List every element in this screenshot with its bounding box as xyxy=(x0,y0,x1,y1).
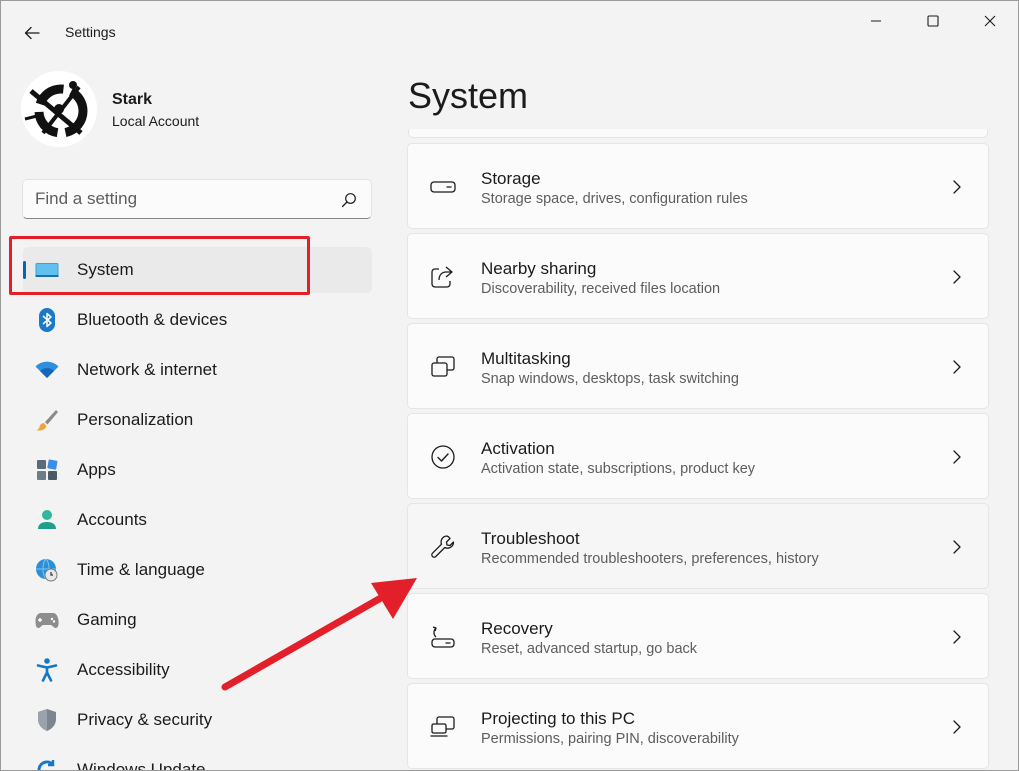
minimize-button[interactable] xyxy=(853,5,899,37)
sidebar-item-label: Gaming xyxy=(77,610,137,629)
brush-icon xyxy=(35,408,59,432)
maximize-icon xyxy=(927,15,939,27)
sidebar-item-system[interactable]: System xyxy=(23,247,372,293)
sidebar-item-label: Windows Update xyxy=(77,760,206,771)
gamepad-icon xyxy=(35,608,59,632)
share-icon xyxy=(429,263,457,291)
sidebar-item-label: Bluetooth & devices xyxy=(77,310,228,329)
sidebar-item-privacy-security[interactable]: Privacy & security xyxy=(23,697,372,743)
sidebar-nav: System Bluetooth & devices Network & int… xyxy=(23,247,372,771)
sidebar-item-accounts[interactable]: Accounts xyxy=(23,497,372,543)
chevron-right-icon xyxy=(953,450,961,464)
card-above-partial xyxy=(408,129,988,138)
card-title: Nearby sharing xyxy=(481,259,597,278)
sidebar-item-time-language[interactable]: Time & language xyxy=(23,547,372,593)
search-input[interactable] xyxy=(35,180,335,218)
sidebar-item-apps[interactable]: Apps xyxy=(23,447,372,493)
sidebar-item-label: Privacy & security xyxy=(77,710,213,729)
card-description: Snap windows, desktops, task switching xyxy=(481,371,739,387)
back-button[interactable] xyxy=(15,19,49,47)
chevron-right-icon xyxy=(953,540,961,554)
bluetooth-icon xyxy=(35,308,59,332)
card-title: Recovery xyxy=(481,619,553,638)
card-description: Storage space, drives, configuration rul… xyxy=(481,191,748,207)
sidebar-item-label: Accounts xyxy=(77,510,147,529)
check-circle-icon xyxy=(429,443,457,471)
chevron-right-icon xyxy=(953,720,961,734)
sidebar-item-windows-update[interactable]: Windows Update xyxy=(23,747,372,771)
card-description: Reset, advanced startup, go back xyxy=(481,641,698,657)
title-bar: Settings xyxy=(1,1,1018,63)
sidebar-item-network[interactable]: Network & internet xyxy=(23,347,372,393)
account-type: Local Account xyxy=(112,113,200,129)
search-box[interactable] xyxy=(22,179,372,219)
update-icon xyxy=(35,758,59,770)
sidebar-item-label: Apps xyxy=(77,460,116,479)
page-title: System xyxy=(408,75,529,116)
card-projecting[interactable]: Projecting to this PC Permissions, pairi… xyxy=(407,683,989,769)
card-storage[interactable]: Storage Storage space, drives, configura… xyxy=(407,143,989,229)
app-title: Settings xyxy=(65,24,116,40)
sidebar-item-personalization[interactable]: Personalization xyxy=(23,397,372,443)
accessibility-icon xyxy=(35,658,59,682)
avatar[interactable] xyxy=(21,71,97,147)
card-title: Multitasking xyxy=(481,349,571,368)
person-icon xyxy=(35,508,59,532)
avatar-logo-icon xyxy=(21,71,97,147)
close-button[interactable] xyxy=(967,5,1013,37)
chevron-right-icon xyxy=(953,630,961,644)
card-activation[interactable]: Activation Activation state, subscriptio… xyxy=(407,413,989,499)
card-multitasking[interactable]: Multitasking Snap windows, desktops, tas… xyxy=(407,323,989,409)
card-nearby-sharing[interactable]: Nearby sharing Discoverability, received… xyxy=(407,233,989,319)
card-title: Activation xyxy=(481,439,555,458)
user-name: Stark xyxy=(112,91,153,108)
chevron-right-icon xyxy=(953,180,961,194)
apps-icon xyxy=(35,458,59,482)
card-description: Permissions, pairing PIN, discoverabilit… xyxy=(481,731,739,747)
maximize-button[interactable] xyxy=(910,5,956,37)
chevron-right-icon xyxy=(953,270,961,284)
sidebar-item-label: Personalization xyxy=(77,410,194,429)
card-title: Storage xyxy=(481,169,541,188)
wifi-icon xyxy=(35,358,59,382)
card-recovery[interactable]: Recovery Reset, advanced startup, go bac… xyxy=(407,593,989,679)
sidebar-item-label: Accessibility xyxy=(77,660,170,679)
sidebar-item-label: Time & language xyxy=(77,560,205,579)
minimize-icon xyxy=(871,20,881,22)
multitasking-icon xyxy=(429,353,457,381)
projecting-icon xyxy=(429,713,457,741)
card-description: Activation state, subscriptions, product… xyxy=(481,461,756,477)
storage-icon xyxy=(429,173,457,201)
card-troubleshoot[interactable]: Troubleshoot Recommended troubleshooters… xyxy=(407,503,989,589)
sidebar-item-gaming[interactable]: Gaming xyxy=(23,597,372,643)
card-description: Recommended troubleshooters, preferences… xyxy=(481,551,819,567)
search-icon[interactable] xyxy=(341,192,357,208)
close-icon xyxy=(984,15,996,27)
wrench-icon xyxy=(429,533,457,561)
chevron-right-icon xyxy=(953,360,961,374)
sidebar-item-label: System xyxy=(77,260,134,279)
card-title: Troubleshoot xyxy=(481,529,580,548)
shield-icon xyxy=(35,708,59,732)
settings-card-list: Storage Storage space, drives, configura… xyxy=(407,143,989,770)
settings-window: Settings Stark Local Account Find a sett… xyxy=(0,0,1019,771)
globe-clock-icon xyxy=(35,558,59,582)
active-indicator xyxy=(23,261,26,279)
system-icon xyxy=(35,258,59,282)
card-description: Discoverability, received files location xyxy=(481,281,721,297)
sidebar-item-accessibility[interactable]: Accessibility xyxy=(23,647,372,693)
recovery-icon xyxy=(429,623,457,651)
card-title: Projecting to this PC xyxy=(481,709,636,728)
sidebar-item-label: Network & internet xyxy=(77,360,217,379)
back-arrow-icon xyxy=(24,26,40,40)
sidebar-item-bluetooth[interactable]: Bluetooth & devices xyxy=(23,297,372,343)
